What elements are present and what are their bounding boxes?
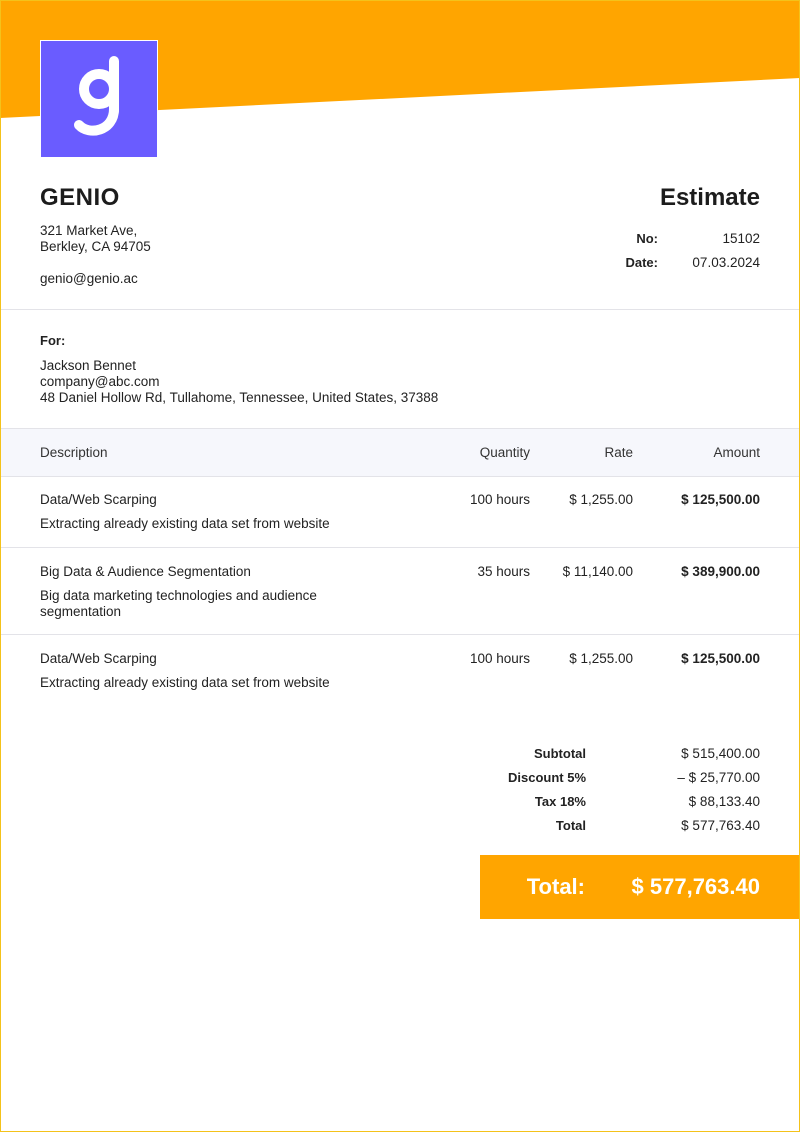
grand-total-value: $ 577,763.40 xyxy=(631,874,760,899)
section-divider xyxy=(0,309,800,310)
header-quantity: Quantity xyxy=(479,445,530,460)
estimate-number-value: 15102 xyxy=(722,231,760,246)
tax-label: Tax 18% xyxy=(534,794,586,809)
row-description: Data/Web Scarping xyxy=(40,651,157,666)
total-value: $ 577,763.40 xyxy=(681,818,760,833)
estimate-date-label: Date: xyxy=(625,255,658,270)
header-description: Description xyxy=(40,445,108,460)
discount-label: Discount 5% xyxy=(507,770,586,785)
client-address: 48 Daniel Hollow Rd, Tullahome, Tennesse… xyxy=(40,390,439,405)
row-details: Extracting already existing data set fro… xyxy=(40,516,330,531)
for-label: For: xyxy=(40,333,66,348)
total-label: Total xyxy=(555,818,586,833)
header-rate: Rate xyxy=(604,445,633,460)
row-rate: $ 11,140.00 xyxy=(562,564,633,579)
row-quantity: 100 hours xyxy=(469,492,530,507)
tax-value: $ 88,133.40 xyxy=(688,794,760,809)
estimate-date-value: 07.03.2024 xyxy=(692,255,760,270)
grand-total-box: Total: $ 577,763.40 xyxy=(480,855,800,919)
company-address-line1: 321 Market Ave, xyxy=(40,223,138,238)
discount-value: – $ 25,770.00 xyxy=(677,770,760,785)
row-amount: $ 125,500.00 xyxy=(681,492,760,507)
company-name: GENIO xyxy=(40,184,120,211)
header-amount: Amount xyxy=(713,445,760,460)
company-address-line2: Berkley, CA 94705 xyxy=(40,239,151,254)
company-email: genio@genio.ac xyxy=(40,271,138,286)
row-rate: $ 1,255.00 xyxy=(569,492,633,507)
row-description: Data/Web Scarping xyxy=(40,492,157,507)
subtotal-label: Subtotal xyxy=(534,746,586,761)
row-quantity: 100 hours xyxy=(469,651,530,666)
estimate-number-label: No: xyxy=(636,231,658,246)
client-email: company@abc.com xyxy=(40,374,160,389)
subtotal-value: $ 515,400.00 xyxy=(681,746,760,761)
row-amount: $ 125,500.00 xyxy=(681,651,760,666)
client-name: Jackson Bennet xyxy=(40,358,137,373)
document-title: Estimate xyxy=(659,184,760,211)
grand-total-label: Total: xyxy=(526,874,585,899)
row-rate: $ 1,255.00 xyxy=(569,651,633,666)
row-divider xyxy=(0,547,800,548)
row-details: Extracting already existing data set fro… xyxy=(40,675,330,690)
row-amount: $ 389,900.00 xyxy=(681,564,760,579)
row-details: Big data marketing technologies and audi… xyxy=(40,588,317,619)
table-header: Description Quantity Rate Amount xyxy=(0,428,800,477)
row-divider xyxy=(0,634,800,635)
row-description: Big Data & Audience Segmentation xyxy=(40,564,251,579)
row-quantity: 35 hours xyxy=(477,564,530,579)
genio-g-logo-icon xyxy=(40,40,158,158)
